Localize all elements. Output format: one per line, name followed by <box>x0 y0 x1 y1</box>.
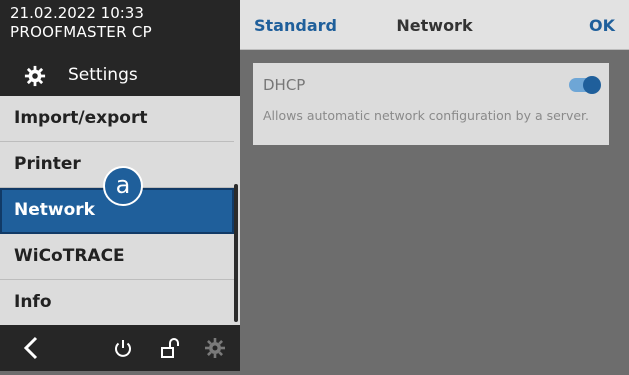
settings-button[interactable] <box>200 325 230 371</box>
dhcp-description: Allows automatic network configuration b… <box>263 108 590 123</box>
sidebar-header: 21.02.2022 10:33 PROOFMASTER CP Settings <box>0 0 240 96</box>
power-icon <box>115 340 131 357</box>
settings-title: Settings <box>0 56 240 96</box>
sidebar-scrollbar[interactable] <box>234 184 238 322</box>
sidebar-item-label: Network <box>14 200 95 220</box>
unlock-button[interactable] <box>155 325 185 371</box>
sidebar-item-import-export[interactable]: Import/export <box>0 96 234 142</box>
dhcp-setting: DHCP Allows automatic network configurat… <box>253 63 609 145</box>
toggle-knob <box>583 76 601 94</box>
unlock-icon <box>161 338 179 358</box>
back-chevron-icon <box>23 336 38 360</box>
ok-button[interactable]: OK <box>589 16 615 35</box>
standard-button[interactable]: Standard <box>254 16 337 35</box>
sidebar-item-wicotrace[interactable]: WiCoTRACE <box>0 234 234 280</box>
power-button[interactable] <box>108 325 138 371</box>
content-header: Network Standard OK <box>240 0 629 50</box>
sidebar-item-label: Import/export <box>14 108 148 128</box>
gear-icon <box>205 338 225 358</box>
sidebar-item-label: Printer <box>14 154 81 174</box>
back-button[interactable] <box>12 325 52 371</box>
settings-label: Settings <box>68 65 138 85</box>
device-name: PROOFMASTER CP <box>10 23 152 41</box>
callout-marker: a <box>103 166 143 206</box>
gear-icon <box>24 65 46 87</box>
sidebar-item-label: WiCoTRACE <box>14 246 125 266</box>
dhcp-toggle[interactable] <box>569 76 601 94</box>
bottom-toolbar <box>0 325 240 371</box>
sidebar-item-label: Info <box>14 292 52 312</box>
sidebar: 21.02.2022 10:33 PROOFMASTER CP Settings <box>0 0 240 371</box>
datetime: 21.02.2022 10:33 <box>10 4 144 22</box>
dhcp-title: DHCP <box>263 76 306 94</box>
sidebar-item-info[interactable]: Info <box>0 280 234 326</box>
